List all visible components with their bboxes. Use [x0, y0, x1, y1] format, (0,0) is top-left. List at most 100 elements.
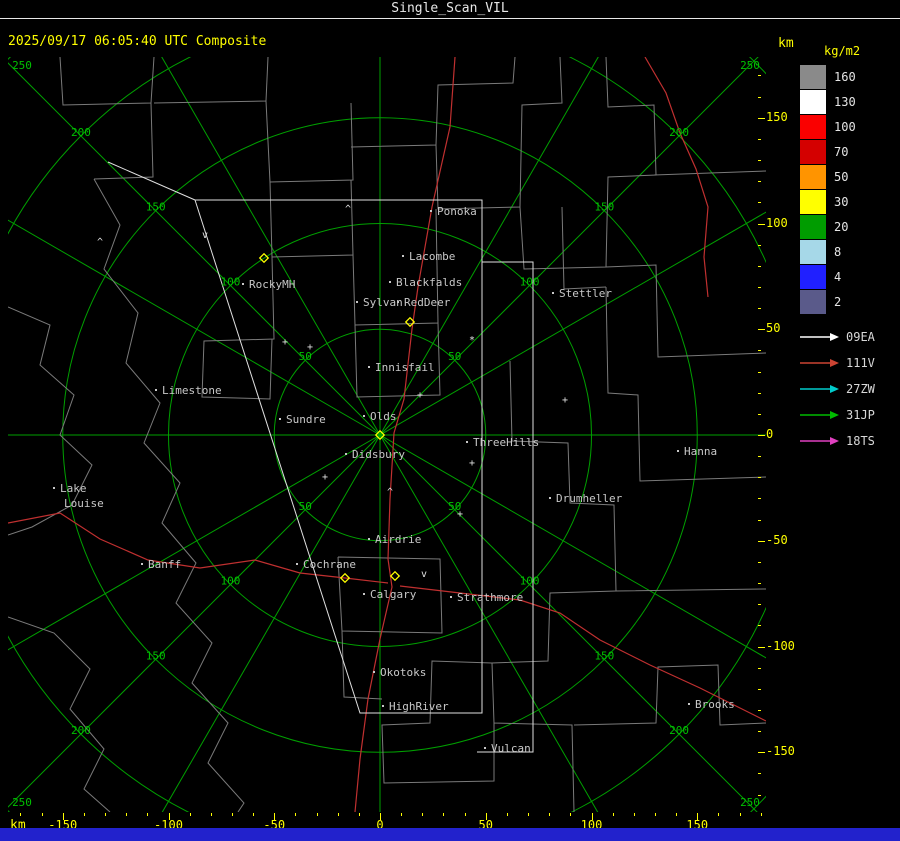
taskbar[interactable]: [0, 828, 900, 841]
right-axis-tick: [758, 329, 765, 331]
caret-marker-icon: ^: [345, 204, 351, 215]
radar-map[interactable]: 50 100 150 200 250 50 100 150 200 250 50 100 150 200 2…: [0, 0, 900, 841]
town-dot: [549, 497, 551, 499]
town-dot: [402, 255, 404, 257]
right-axis-tick: [758, 688, 761, 690]
legend-radar-row: 111V: [800, 350, 898, 376]
plus-marker-icon: +: [457, 509, 463, 520]
right-axis-tick: [758, 752, 765, 754]
city-label: Limestone: [162, 384, 222, 397]
legend-scale-row: 130: [800, 89, 898, 114]
city-label: RedDeer: [404, 296, 451, 309]
legend-scale-row: 2: [800, 289, 898, 314]
radar-arrow-icon: [800, 359, 839, 367]
city-label: Olds: [370, 410, 397, 423]
range-label: 250: [12, 59, 32, 72]
city-label: Didsbury: [352, 448, 405, 461]
city-label: Sylvan: [363, 296, 403, 309]
town-dot: [382, 705, 384, 707]
range-label: 250: [740, 59, 760, 72]
town-dot: [552, 292, 554, 294]
window-title-bar[interactable]: Single_Scan_VIL: [0, 0, 900, 19]
range-ring-labels: 5010015020025050100150200250501001502002…: [12, 59, 760, 809]
right-axis-tick: [758, 667, 761, 669]
right-axis-label: -150: [766, 744, 795, 759]
bottom-axis-tick: [210, 813, 212, 816]
legend-swatch: [800, 239, 826, 264]
bottom-axis-tick: [189, 813, 191, 816]
range-label: 150: [594, 201, 614, 214]
right-axis-tick: [758, 583, 761, 585]
plus-marker-icon: +: [417, 390, 423, 401]
right-axis-tick: [758, 160, 761, 162]
range-label: 100: [520, 275, 540, 288]
legend-scale-row: 20: [800, 214, 898, 239]
caret-marker-icon: ^: [97, 237, 103, 248]
bottom-axis-tick: [126, 813, 128, 816]
city-label: Drumheller: [556, 492, 623, 505]
range-label: 200: [71, 126, 91, 139]
bottom-axis-tick: [41, 813, 43, 816]
radar-arrow-icon: [800, 411, 839, 419]
right-axis-tick: [758, 265, 761, 267]
bottom-axis-tick: [83, 813, 85, 816]
legend-scale: 160 130 100 70 50 30 20 8 4 2: [800, 64, 898, 314]
city-label: Airdrie: [375, 533, 421, 546]
radar-map-svg: 5010015020025050100150200250501001502002…: [0, 0, 900, 841]
right-axis-tick: [758, 625, 761, 627]
bottom-axis-tick: [506, 813, 508, 816]
legend-value: 70: [834, 144, 849, 159]
legend-radar-row: 09EA: [800, 324, 898, 350]
right-axis-tick: [758, 181, 761, 183]
town-dot: [677, 450, 679, 452]
plus-marker-icon: +: [469, 458, 475, 469]
bottom-axis-tick: [295, 813, 297, 816]
legend-value: 160: [834, 69, 856, 84]
radar-id-label: 27ZW: [846, 382, 875, 396]
town-dot: [397, 301, 399, 303]
range-label: 50: [299, 500, 312, 513]
town-dot: [53, 487, 55, 489]
city-label: Stettler: [559, 287, 612, 300]
right-axis-tick: [758, 371, 761, 373]
town-dot: [242, 283, 244, 285]
bottom-axis-tick: [443, 813, 445, 816]
town-dot: [484, 747, 486, 749]
town-dot: [345, 453, 347, 455]
right-axis-tick: [758, 456, 761, 458]
bottom-axis-tick: [358, 813, 360, 816]
city-label: Innisfail: [375, 361, 435, 374]
right-axis-tick: [758, 286, 761, 288]
right-axis: 150 100 50 0 -50 -100 -150: [758, 57, 802, 812]
right-axis-tick: [758, 244, 761, 246]
bottom-axis-tick: [739, 813, 741, 816]
town-dot: [141, 563, 143, 565]
city-labels: Ponoka Lacombe Blackfalds Sylvan RedDeer Stet…: [53, 205, 735, 755]
right-axis-tick: [758, 392, 761, 394]
right-axis-tick: [758, 519, 761, 521]
range-label: 150: [146, 201, 166, 214]
right-axis-tick: [758, 202, 761, 204]
town-dot: [688, 703, 690, 705]
legend-scale-row: 160: [800, 64, 898, 89]
town-dot: [279, 418, 281, 420]
legend-swatch: [800, 89, 826, 114]
radar-id-label: 18TS: [846, 434, 875, 448]
radar-site-diamond-icon: [389, 570, 401, 582]
bottom-axis-tick: [718, 813, 720, 816]
right-axis-tick: [758, 75, 761, 77]
legend-scale-row: 70: [800, 139, 898, 164]
town-dot: [389, 281, 391, 283]
legend-value: 2: [834, 294, 842, 309]
range-label: 100: [520, 575, 540, 588]
right-axis-tick: [758, 709, 761, 711]
bottom-axis-tick: [633, 813, 635, 816]
bottom-axis-tick: [231, 813, 233, 816]
radar-application-window: { "window": { "title": "Single_Scan_VIL"…: [0, 0, 900, 841]
right-axis-label: -50: [766, 532, 788, 547]
azimuth-spokes: [0, 0, 900, 841]
range-label: 100: [221, 275, 241, 288]
legend-swatch: [800, 214, 826, 239]
legend-swatch: [800, 289, 826, 314]
range-label: 150: [146, 649, 166, 662]
